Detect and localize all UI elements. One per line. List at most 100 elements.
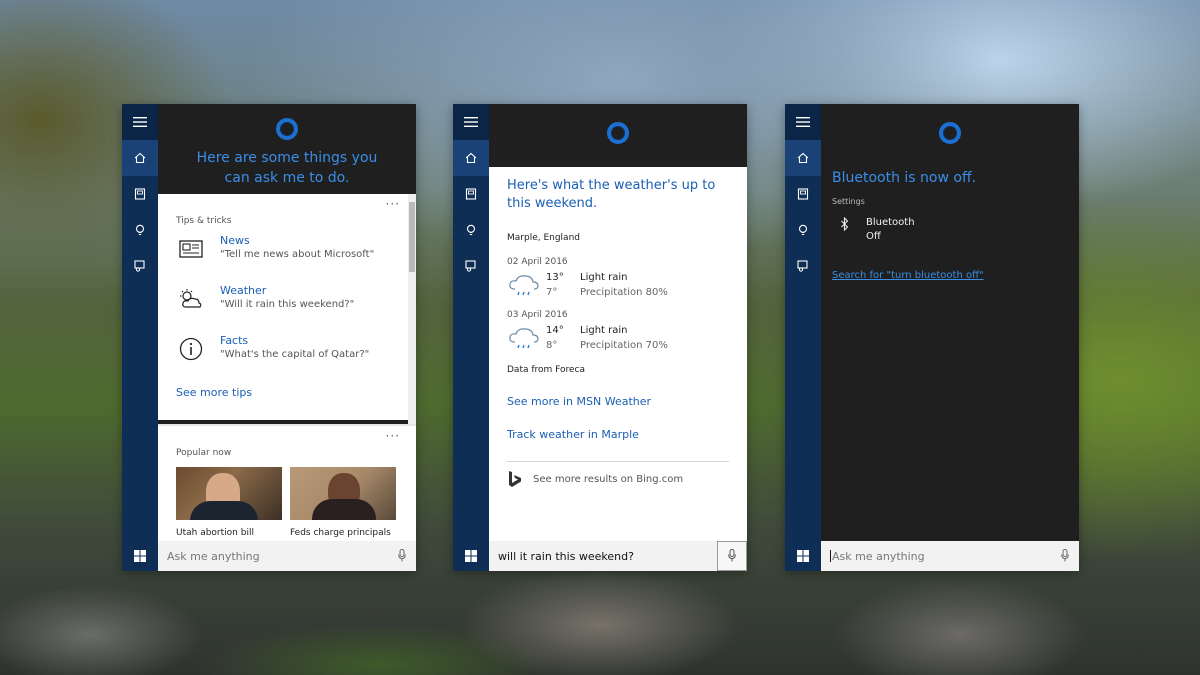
bluetooth-setting-row[interactable]: Bluetooth Off xyxy=(832,216,1068,244)
panel-content: Bluetooth is now off. Settings Bluetooth… xyxy=(821,104,1079,571)
forecast-row[interactable]: 13° 7° Light rain Precipitation 80% xyxy=(507,270,729,300)
windows-logo-icon xyxy=(134,550,146,562)
nav-reminders-button[interactable] xyxy=(453,212,489,248)
weather-condition: Light rain xyxy=(580,325,628,336)
tip-news[interactable]: News "Tell me news about Microsoft" xyxy=(176,234,416,264)
microphone-button[interactable] xyxy=(717,541,747,571)
nav-rail xyxy=(785,104,821,571)
see-more-tips-link[interactable]: See more tips xyxy=(176,386,416,399)
weather-location: Marple, England xyxy=(507,233,580,243)
lightbulb-icon xyxy=(135,224,145,236)
bing-results-link[interactable]: See more results on Bing.com xyxy=(507,470,729,488)
search-placeholder: Ask me anything xyxy=(832,549,925,563)
cortana-header: Here are some things you can ask me to d… xyxy=(158,104,416,194)
search-box[interactable]: will it rain this weekend? xyxy=(489,541,747,571)
bing-results-text: See more results on Bing.com xyxy=(533,473,684,485)
feedback-icon xyxy=(465,260,476,272)
nav-reminders-button[interactable] xyxy=(122,212,158,248)
rain-cloud-icon xyxy=(509,275,539,296)
forecast-row[interactable]: 14° 8° Light rain Precipitation 70% xyxy=(507,323,729,353)
windows-start-button[interactable] xyxy=(785,541,821,571)
nav-notebook-button[interactable] xyxy=(785,176,821,212)
news-grid: Utah abortion bill Feds charge principal… xyxy=(176,467,416,538)
setting-name: Bluetooth xyxy=(866,217,915,228)
nav-home-button[interactable] xyxy=(785,140,821,176)
divider xyxy=(507,461,729,462)
scrollbar[interactable] xyxy=(408,194,416,424)
tips-card: ··· Tips & tricks News "Tell me news abo… xyxy=(158,194,416,420)
tip-example: "Will it rain this weekend?" xyxy=(220,299,355,310)
news-thumbnail xyxy=(290,467,396,520)
bluetooth-icon xyxy=(841,217,849,231)
info-icon xyxy=(176,334,206,364)
settings-label: Settings xyxy=(832,197,865,206)
tip-facts[interactable]: Facts "What's the capital of Qatar?" xyxy=(176,334,416,364)
microphone-icon[interactable] xyxy=(1061,549,1069,562)
cortana-header xyxy=(821,104,1079,164)
search-box[interactable]: Ask me anything xyxy=(821,541,1079,571)
precipitation: Precipitation 80% xyxy=(580,287,668,298)
panel-content: Here's what the weather's up to this wee… xyxy=(489,104,747,571)
scrollbar-thumb[interactable] xyxy=(409,202,415,272)
search-query: will it rain this weekend? xyxy=(498,549,634,563)
nav-notebook-button[interactable] xyxy=(122,176,158,212)
nav-feedback-button[interactable] xyxy=(122,248,158,284)
feedback-icon xyxy=(134,260,145,272)
rain-cloud-icon xyxy=(509,328,539,349)
hamburger-icon xyxy=(796,117,810,127)
news-item[interactable]: Utah abortion bill xyxy=(176,467,282,538)
weather-source: Data from Foreca xyxy=(507,365,586,375)
home-icon xyxy=(134,152,146,164)
bing-logo-icon xyxy=(509,471,521,487)
more-options-button[interactable]: ··· xyxy=(386,197,400,211)
precipitation: Precipitation 70% xyxy=(580,340,668,351)
nav-feedback-button[interactable] xyxy=(785,248,821,284)
tips-label: Tips & tricks xyxy=(176,216,232,226)
tip-example: "Tell me news about Microsoft" xyxy=(220,249,375,260)
nav-home-button[interactable] xyxy=(122,140,158,176)
temp-high: 13° xyxy=(546,272,564,283)
hamburger-menu-button[interactable] xyxy=(453,104,489,140)
cortana-ring-icon xyxy=(607,122,629,144)
panel-content: Here are some things you can ask me to d… xyxy=(158,104,416,571)
bluetooth-card: Bluetooth is now off. Settings Bluetooth… xyxy=(821,164,1079,281)
forecast-date: 02 April 2016 xyxy=(507,257,568,267)
cortana-ring-icon xyxy=(276,118,298,140)
weather-card: Here's what the weather's up to this wee… xyxy=(489,167,747,488)
setting-state: Off xyxy=(866,231,881,242)
nav-notebook-button[interactable] xyxy=(453,176,489,212)
hamburger-icon xyxy=(133,117,147,127)
web-search-link[interactable]: Search for "turn bluetooth off" xyxy=(832,270,1068,281)
hamburger-menu-button[interactable] xyxy=(785,104,821,140)
weather-condition: Light rain xyxy=(580,272,628,283)
cortana-greeting: Here are some things you can ask me to d… xyxy=(196,150,378,186)
windows-start-button[interactable] xyxy=(122,541,158,571)
newspaper-icon xyxy=(176,234,206,264)
cortana-ring-icon xyxy=(939,122,961,144)
msn-weather-link[interactable]: See more in MSN Weather xyxy=(507,395,729,408)
nav-home-button[interactable] xyxy=(453,140,489,176)
cortana-header xyxy=(489,104,747,167)
tip-example: "What's the capital of Qatar?" xyxy=(220,349,370,360)
feedback-icon xyxy=(797,260,808,272)
lightbulb-icon xyxy=(466,224,476,236)
nav-feedback-button[interactable] xyxy=(453,248,489,284)
notebook-icon xyxy=(134,188,146,200)
partly-cloudy-icon xyxy=(176,284,206,314)
news-item[interactable]: Feds charge principals xyxy=(290,467,396,538)
nav-reminders-button[interactable] xyxy=(785,212,821,248)
microphone-icon[interactable] xyxy=(398,549,406,562)
track-weather-link[interactable]: Track weather in Marple xyxy=(507,428,729,441)
home-icon xyxy=(465,152,477,164)
hamburger-menu-button[interactable] xyxy=(122,104,158,140)
tip-title: News xyxy=(220,234,250,247)
search-box[interactable]: Ask me anything xyxy=(158,541,416,571)
windows-start-button[interactable] xyxy=(453,541,489,571)
tip-title: Facts xyxy=(220,334,249,347)
windows-logo-icon xyxy=(465,550,477,562)
cortana-panel-weather: Here's what the weather's up to this wee… xyxy=(453,104,747,571)
more-options-button[interactable]: ··· xyxy=(386,429,400,443)
news-caption: Utah abortion bill xyxy=(176,528,254,538)
tip-weather[interactable]: Weather "Will it rain this weekend?" xyxy=(176,284,416,314)
windows-logo-icon xyxy=(797,550,809,562)
